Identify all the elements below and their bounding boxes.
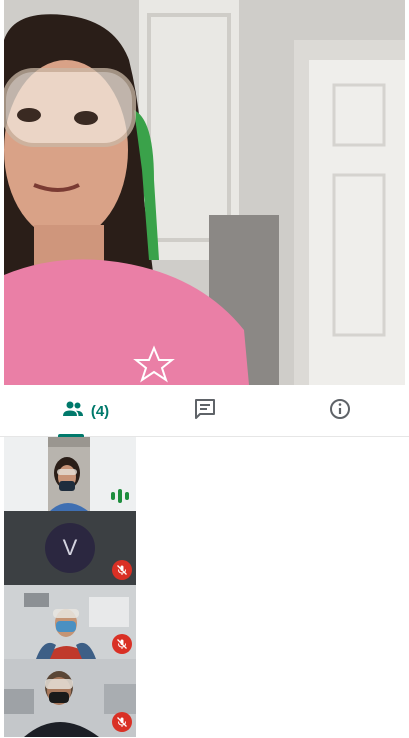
info-icon [328, 397, 352, 426]
participant-tiles: V [4, 437, 136, 737]
people-count: (4) [90, 402, 110, 420]
participant-tile[interactable] [4, 437, 136, 511]
tab-info[interactable] [295, 385, 385, 437]
participant-tile[interactable] [4, 659, 136, 737]
tab-people[interactable]: (4) [30, 385, 140, 437]
main-video-feed [4, 0, 405, 385]
audio-level-icon [110, 489, 130, 503]
participant-tile[interactable]: V [4, 511, 136, 585]
mic-off-icon [112, 634, 132, 654]
people-icon [61, 397, 85, 426]
chat-icon [193, 397, 217, 426]
tab-chat[interactable] [160, 385, 250, 437]
mic-off-icon [112, 560, 132, 580]
participant-tile[interactable] [4, 585, 136, 659]
mic-off-icon [112, 712, 132, 732]
panel-tab-bar: (4) [0, 385, 409, 437]
avatar: V [45, 523, 95, 573]
main-video-image [4, 0, 405, 385]
